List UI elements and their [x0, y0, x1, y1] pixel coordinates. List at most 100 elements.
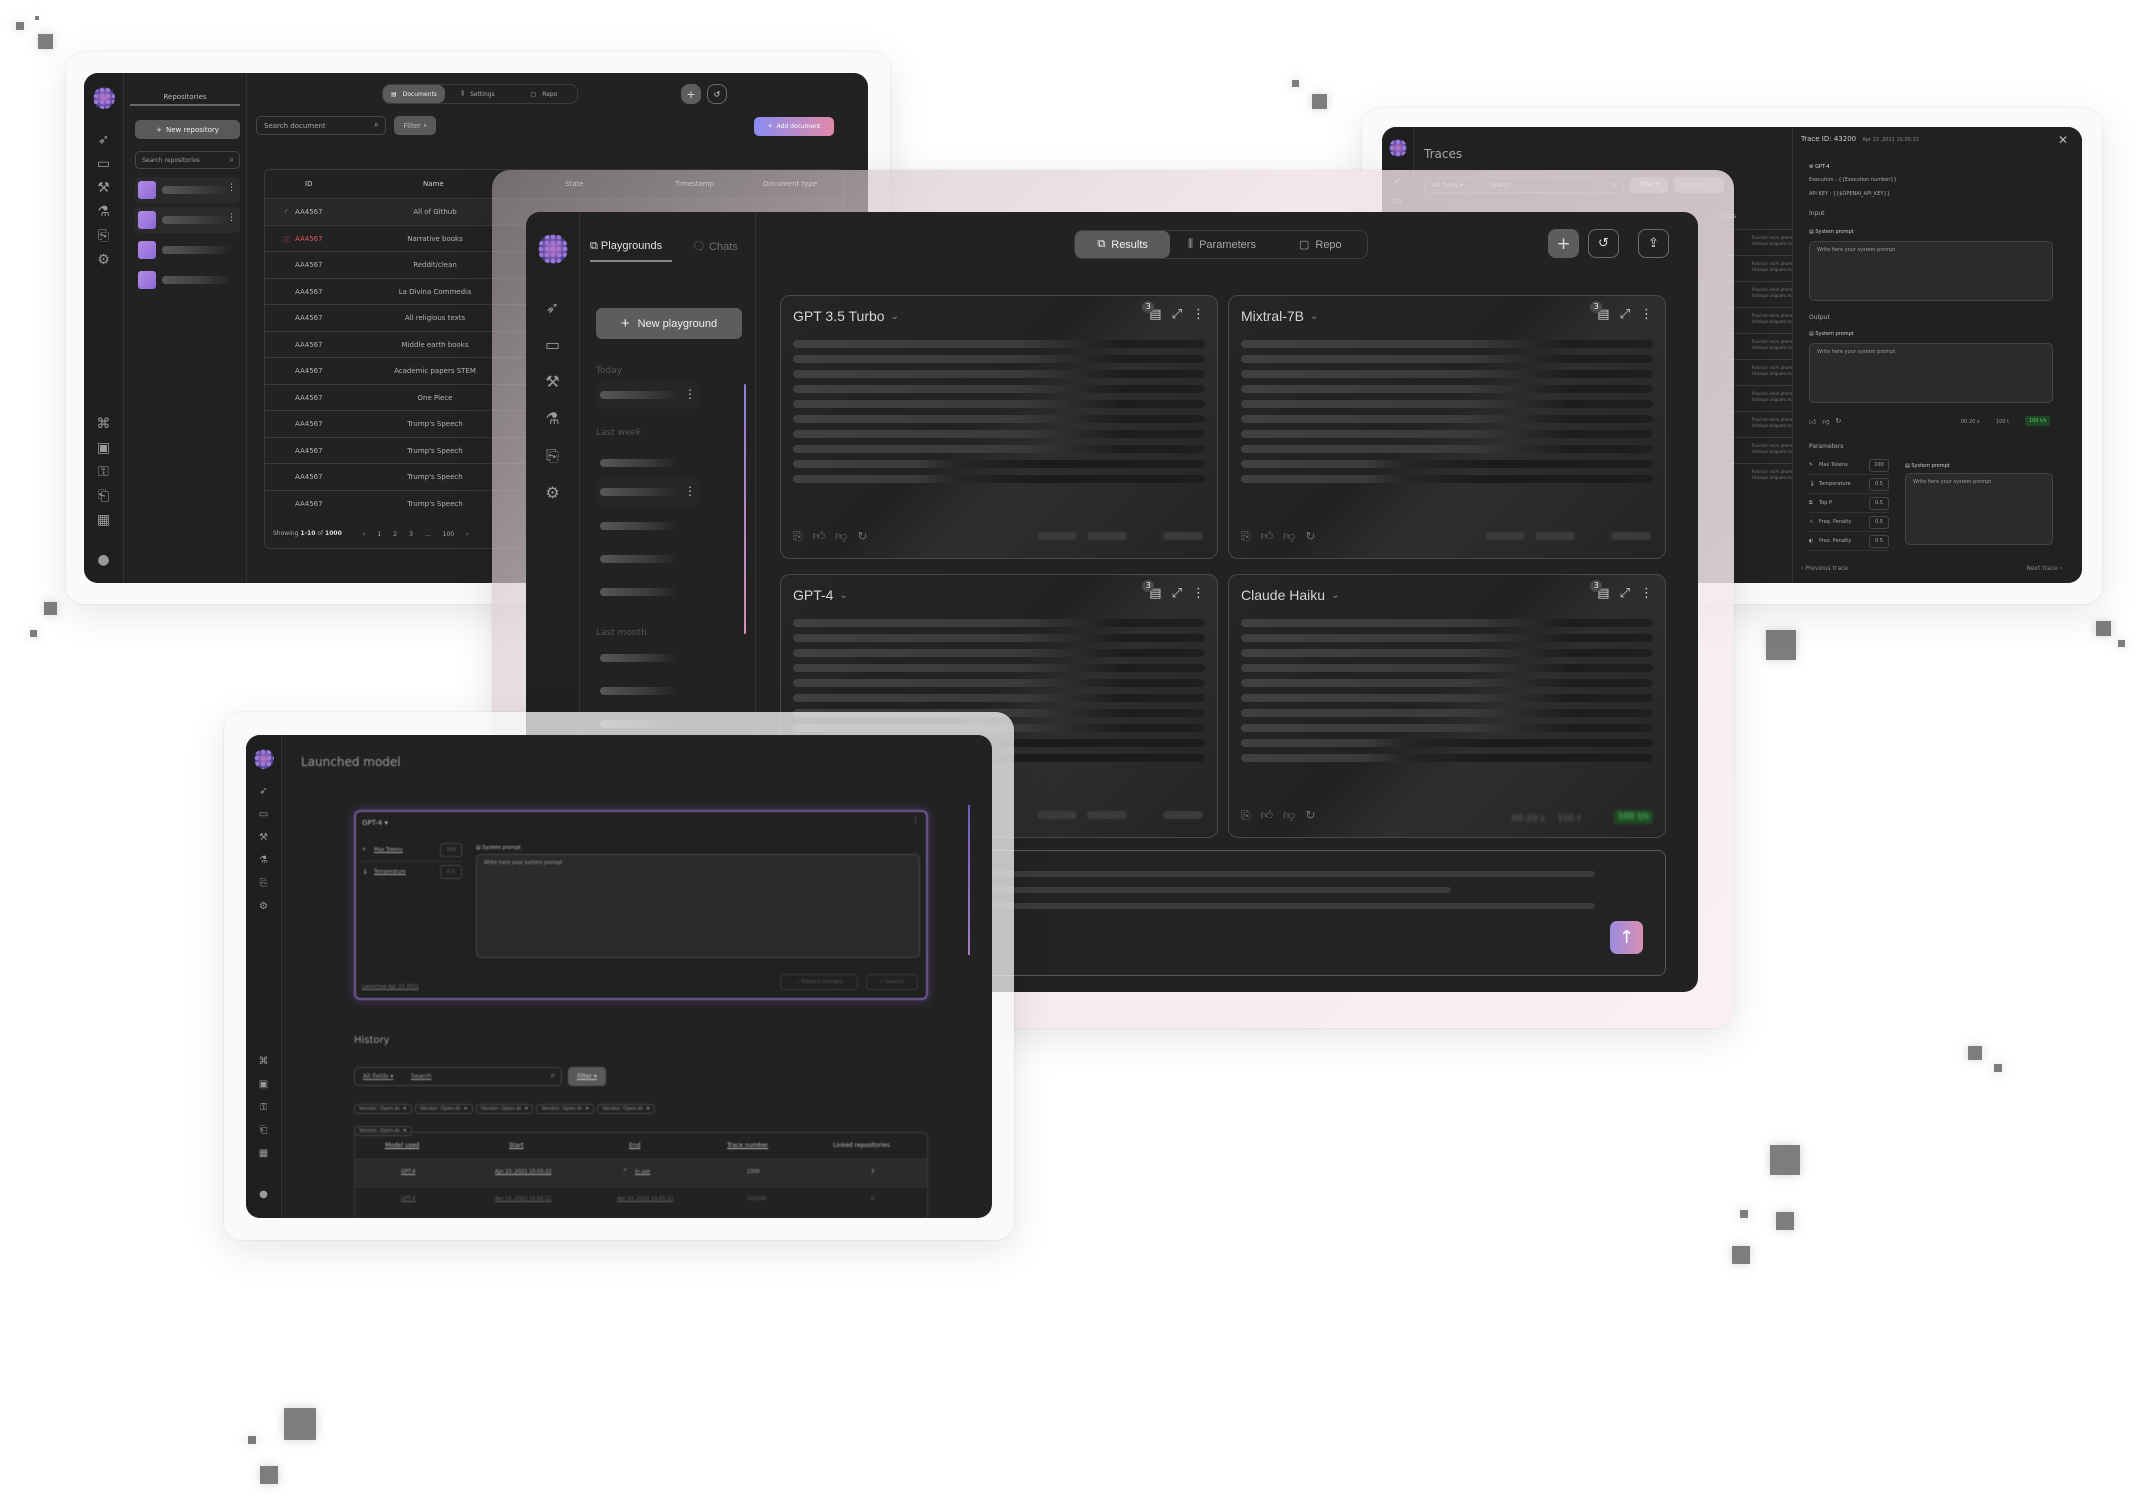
- retry-icon[interactable]: ↻: [857, 529, 867, 544]
- page-number[interactable]: 1: [377, 531, 381, 538]
- code-file-icon[interactable]: ⎘: [260, 879, 268, 889]
- expand-icon[interactable]: ⤢: [1620, 586, 1630, 601]
- user-icon[interactable]: ●: [97, 553, 109, 567]
- key-icon[interactable]: ⚿: [98, 465, 109, 479]
- copy-icon[interactable]: ⎘: [1241, 808, 1251, 823]
- command-icon[interactable]: ⌘: [97, 417, 111, 431]
- add-playground-button[interactable]: +: [1548, 229, 1579, 258]
- filter-chip[interactable]: Vendor: Open-Ai ✕: [536, 1104, 595, 1114]
- history-button[interactable]: ↺: [1588, 229, 1619, 258]
- more-icon[interactable]: ⋮: [1192, 307, 1205, 322]
- launch-button[interactable]: ➶ Launch: [866, 974, 918, 990]
- key-icon[interactable]: ⚿: [260, 1103, 268, 1113]
- system-prompt-input[interactable]: Write here your system prompt: [1809, 241, 2053, 301]
- dumbbell-icon[interactable]: ⚒: [97, 181, 110, 195]
- repository-item[interactable]: [135, 237, 240, 263]
- more-icon[interactable]: ⋮: [1640, 586, 1653, 601]
- copy-icon[interactable]: ⎘: [1241, 529, 1251, 544]
- dumbbell-icon[interactable]: ⚒: [259, 833, 268, 843]
- new-playground-button[interactable]: + New playground: [596, 308, 742, 339]
- gear-icon[interactable]: ⚙: [259, 902, 268, 912]
- documents-button[interactable]: 3 ▤: [1590, 301, 1610, 322]
- parameter-value-input[interactable]: 0.5: [440, 865, 462, 879]
- tab-parameters[interactable]: ⫼ Parameters: [1170, 231, 1273, 258]
- playground-item[interactable]: [596, 677, 700, 705]
- copy-icon[interactable]: ⎘: [793, 529, 803, 544]
- sidebar-tab-playgrounds[interactable]: ⧉ Playgrounds: [590, 240, 672, 262]
- sidebar-scrollbar[interactable]: [744, 384, 746, 634]
- expand-icon[interactable]: ⤢: [1620, 307, 1630, 322]
- folder-icon[interactable]: ▣: [259, 1080, 268, 1090]
- tab-repo[interactable]: ▢ Repo: [1274, 231, 1367, 258]
- retry-icon[interactable]: ↻: [1305, 529, 1315, 544]
- folder-icon[interactable]: ▣: [97, 441, 110, 455]
- monitor-icon[interactable]: ▭: [259, 810, 268, 820]
- history-button[interactable]: ↺: [707, 84, 727, 104]
- add-button[interactable]: +: [681, 84, 701, 104]
- filter-chip[interactable]: Vendor: Open-Ai ✕: [475, 1104, 534, 1114]
- column-header[interactable]: End: [629, 1142, 640, 1149]
- rocket-icon[interactable]: ➶: [98, 133, 110, 147]
- remove-chip-icon[interactable]: ✕: [524, 1106, 528, 1112]
- column-header[interactable]: Model used: [385, 1142, 419, 1149]
- clipboard-icon[interactable]: ⎗: [98, 489, 109, 503]
- remove-chip-icon[interactable]: ✕: [646, 1106, 650, 1112]
- parameter-value-input[interactable]: 0.5: [1869, 497, 1889, 510]
- model-dropdown[interactable]: GPT 3.5 Turbo ⌄: [793, 308, 899, 324]
- user-icon[interactable]: ●: [259, 1190, 268, 1200]
- command-icon[interactable]: ⌘: [259, 1057, 269, 1067]
- monitor-icon[interactable]: ▭: [97, 157, 110, 171]
- code-file-icon[interactable]: ⎘: [546, 448, 559, 464]
- gear-icon[interactable]: ⚙: [97, 253, 110, 267]
- parameter-value-input[interactable]: 100: [440, 843, 462, 857]
- filter-chip[interactable]: Vendor: Open-Ai ✕: [414, 1104, 473, 1114]
- sidebar-tab-chats[interactable]: 🗨︎ Chats: [692, 240, 738, 262]
- gear-icon[interactable]: ⚙: [545, 485, 559, 501]
- next-page-icon[interactable]: ›: [466, 531, 468, 538]
- playground-item[interactable]: [596, 512, 700, 540]
- filter-chip[interactable]: Vendor: Open-Ai ✕: [354, 1104, 412, 1114]
- all-fields-dropdown[interactable]: All fields ▾: [363, 1073, 393, 1080]
- model-dropdown[interactable]: Mixtral-7B ⌄: [1241, 308, 1318, 324]
- search-input[interactable]: Search: [411, 1073, 432, 1080]
- more-icon[interactable]: ⋮: [1640, 307, 1653, 322]
- thumbs-down-icon[interactable]: 👎︎: [1283, 529, 1295, 544]
- tab-results[interactable]: ⧉ Results: [1075, 231, 1171, 258]
- expand-icon[interactable]: ⤢: [1172, 586, 1182, 601]
- parameter-value-input[interactable]: 0.5: [1869, 516, 1889, 529]
- param-system-prompt-input[interactable]: Write here your system prompt: [1905, 473, 2053, 545]
- thumbs-up-icon[interactable]: 👍︎: [1261, 529, 1274, 544]
- playground-item[interactable]: [596, 578, 700, 606]
- next-trace-link[interactable]: Next trace ›: [2026, 565, 2062, 572]
- more-icon[interactable]: ⋮: [911, 816, 920, 826]
- remove-chip-icon[interactable]: ✕: [403, 1106, 407, 1112]
- rocket-icon[interactable]: ➶: [546, 300, 559, 316]
- previous-trace-link[interactable]: ‹ Previous trace: [1801, 565, 1848, 572]
- more-icon[interactable]: ⋮: [1192, 586, 1205, 601]
- add-document-button[interactable]: + Add document: [754, 117, 834, 136]
- more-icon[interactable]: ⋮: [227, 213, 236, 223]
- playground-item[interactable]: [596, 644, 700, 672]
- dumbbell-icon[interactable]: ⚒: [545, 374, 559, 390]
- filter-button[interactable]: Filter ▾: [394, 116, 436, 135]
- tab-repo[interactable]: ▢ Repo: [511, 85, 577, 103]
- retry-icon[interactable]: ↻: [1305, 808, 1315, 823]
- retry-icon[interactable]: ↻: [1835, 417, 1841, 426]
- more-icon[interactable]: ⋮: [684, 484, 696, 498]
- filter-button[interactable]: Filter ▾: [568, 1067, 606, 1086]
- more-icon[interactable]: ⋮: [684, 387, 696, 401]
- column-header[interactable]: Trace number: [727, 1142, 768, 1149]
- thumbs-down-icon[interactable]: 👎︎: [1822, 417, 1829, 426]
- close-icon[interactable]: ✕: [2058, 133, 2068, 147]
- expand-icon[interactable]: ⤢: [1172, 307, 1182, 322]
- page-number[interactable]: 2: [393, 531, 397, 538]
- repository-item[interactable]: [135, 267, 240, 293]
- repository-item[interactable]: ⋮: [135, 177, 240, 203]
- search-document-input[interactable]: Search document ⌕: [256, 116, 386, 135]
- model-dropdown[interactable]: GPT-4 ⌄: [793, 587, 848, 603]
- thumbs-up-icon[interactable]: 👍︎: [1261, 808, 1274, 823]
- discard-changes-button[interactable]: ◌ Discard changes: [780, 974, 858, 990]
- parameter-value-input[interactable]: 0.5: [1869, 478, 1889, 491]
- page-number[interactable]: 100: [443, 531, 454, 538]
- parameter-value-input[interactable]: 0.5: [1869, 535, 1889, 548]
